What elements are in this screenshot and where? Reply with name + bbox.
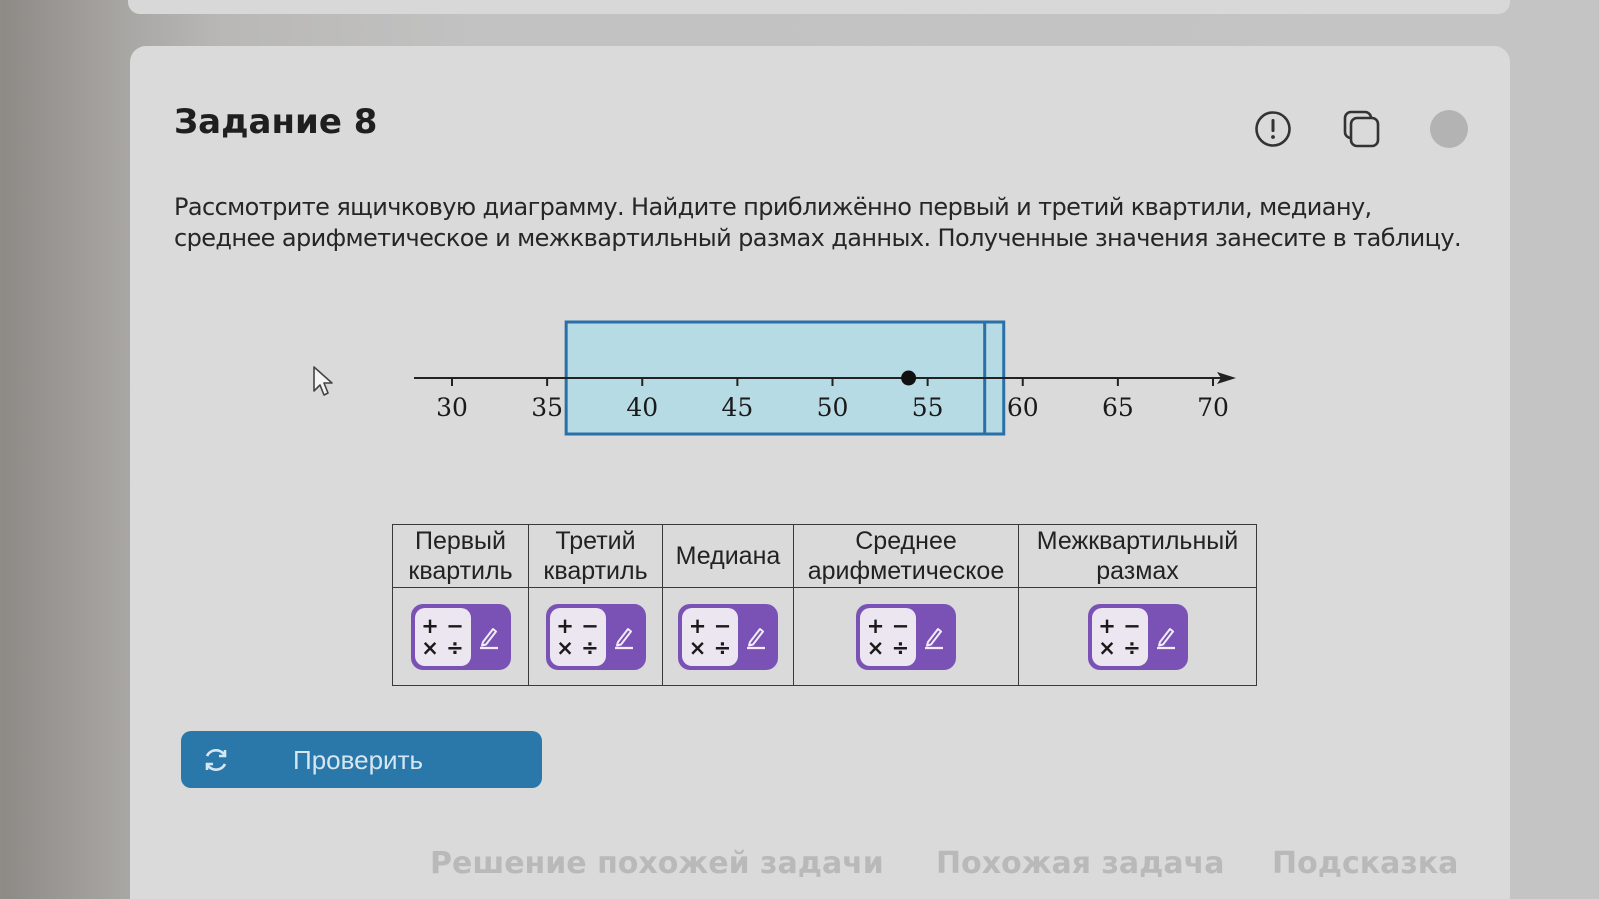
math-operations-icon: + − × ÷ bbox=[549, 607, 606, 666]
math-operations-icon: + − × ÷ bbox=[860, 607, 916, 666]
copy-button[interactable] bbox=[1341, 108, 1383, 150]
hint-link[interactable]: Подсказка bbox=[1272, 846, 1458, 881]
mean-point bbox=[901, 370, 917, 386]
x-tick-label-70: 70 bbox=[1197, 393, 1229, 422]
x-tick-label-30: 30 bbox=[436, 393, 468, 422]
math-operations-icon: + − × ÷ bbox=[414, 607, 471, 666]
check-button-label: Проверить bbox=[293, 745, 424, 775]
cell-mean: + − × ÷ bbox=[793, 587, 1019, 686]
header-iqr: Межквартильный размах bbox=[1018, 524, 1257, 588]
x-tick-label-45: 45 bbox=[721, 393, 753, 422]
exclamation-circle-icon bbox=[1255, 111, 1291, 147]
answer-table: Первый квартиль Третий квартиль Медиана … bbox=[392, 524, 1257, 686]
x-tick-label-60: 60 bbox=[1007, 393, 1039, 422]
check-button[interactable]: Проверить bbox=[181, 731, 542, 788]
task-prompt: Рассмотрите ящичковую диаграмму. Найдите… bbox=[174, 192, 1474, 254]
pencil-icon bbox=[916, 623, 952, 651]
cell-median: + − × ÷ bbox=[662, 587, 794, 686]
cell-third-quartile: + − × ÷ bbox=[528, 587, 663, 686]
header-median: Медиана bbox=[662, 524, 794, 588]
similar-solution-link[interactable]: Решение похожей задачи bbox=[430, 846, 884, 881]
first-quartile-input-button[interactable]: + − × ÷ bbox=[410, 603, 511, 670]
pencil-icon bbox=[606, 623, 642, 651]
x-tick-label-50: 50 bbox=[817, 393, 849, 422]
report-button[interactable] bbox=[1252, 108, 1294, 150]
pencil-icon bbox=[1148, 623, 1184, 651]
iqr-input-button[interactable]: + − × ÷ bbox=[1087, 603, 1188, 670]
median-input-button[interactable]: + − × ÷ bbox=[678, 603, 778, 670]
cell-iqr: + − × ÷ bbox=[1018, 587, 1257, 686]
cell-first-quartile: + − × ÷ bbox=[392, 587, 529, 686]
prompt-line-2: среднее арифметическое и межквартильный … bbox=[174, 224, 1462, 252]
previous-card bbox=[128, 0, 1510, 14]
copy-icon bbox=[1343, 110, 1380, 148]
header-third-quartile: Третий квартиль bbox=[528, 524, 663, 588]
header-mean: Среднее арифметическое bbox=[793, 524, 1019, 588]
pencil-icon bbox=[471, 623, 507, 651]
box-plot-chart: 30 35 40 45 50 55 60 65 70 bbox=[414, 320, 1236, 436]
status-dot-icon bbox=[1430, 110, 1468, 148]
mean-input-button[interactable]: + − × ÷ bbox=[856, 603, 956, 670]
math-operations-icon: + − × ÷ bbox=[1091, 607, 1148, 666]
prompt-line-1: Рассмотрите ящичковую диаграмму. Найдите… bbox=[174, 193, 1372, 221]
refresh-icon bbox=[205, 749, 227, 771]
similar-task-link[interactable]: Похожая задача bbox=[936, 846, 1224, 881]
x-tick-label-55: 55 bbox=[912, 393, 944, 422]
third-quartile-input-button[interactable]: + − × ÷ bbox=[545, 603, 646, 670]
x-tick-label-35: 35 bbox=[531, 393, 563, 422]
x-tick-label-65: 65 bbox=[1102, 393, 1134, 422]
mouse-cursor-icon bbox=[313, 366, 333, 396]
table-input-row: + − × ÷ + − × ÷ + − × ÷ + − × ÷ + − × ÷ bbox=[392, 587, 1257, 686]
task-title: Задание 8 bbox=[174, 102, 378, 142]
header-first-quartile: Первый квартиль bbox=[392, 524, 529, 588]
table-header-row: Первый квартиль Третий квартиль Медиана … bbox=[392, 524, 1257, 588]
x-tick-label-40: 40 bbox=[626, 393, 658, 422]
pencil-icon bbox=[738, 623, 774, 651]
math-operations-icon: + − × ÷ bbox=[682, 607, 738, 666]
